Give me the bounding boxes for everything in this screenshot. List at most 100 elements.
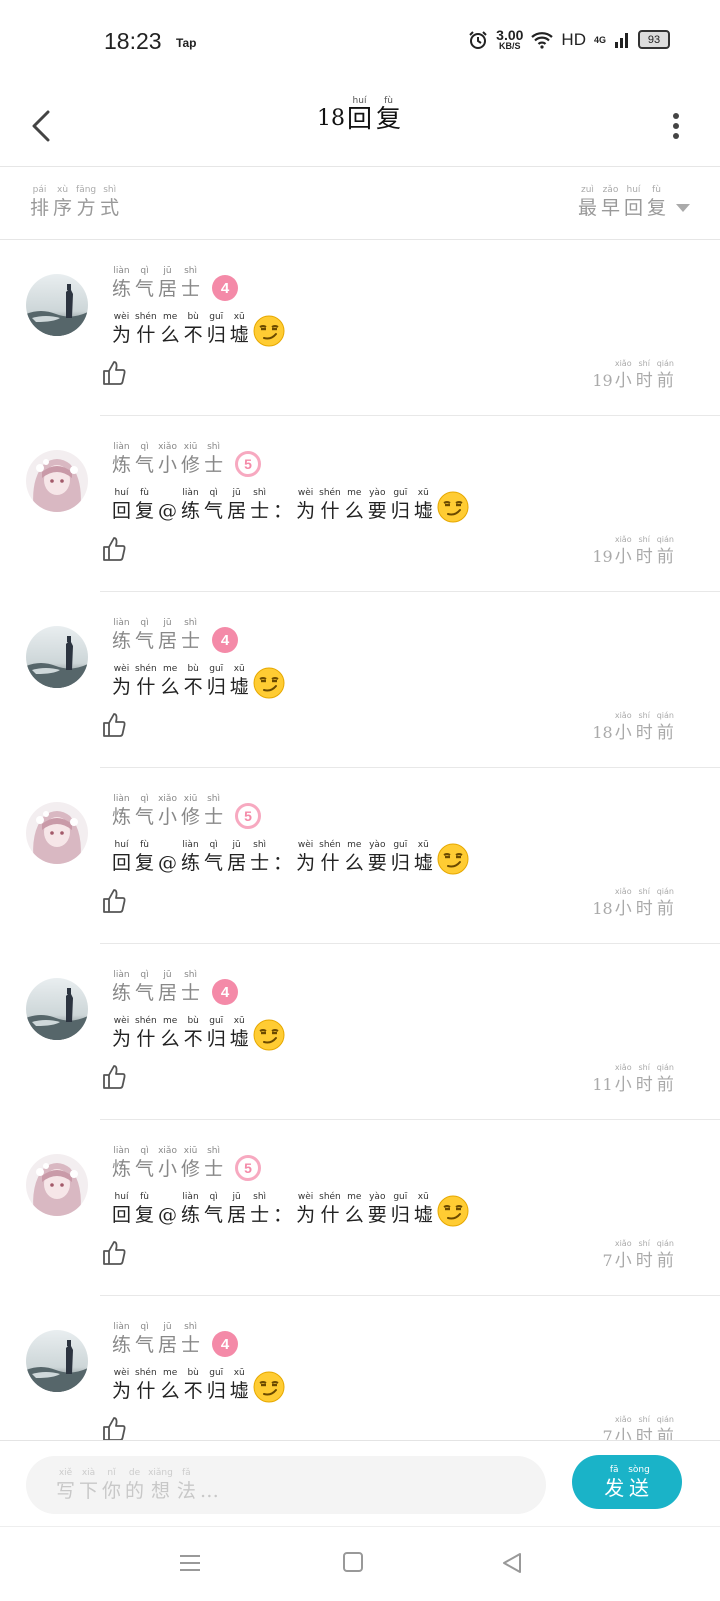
hanzi: 炼: [112, 454, 132, 476]
pinyin: shì: [184, 618, 197, 628]
sort-selector[interactable]: zuì 最 zǎo 早 huí 回 fù 复: [576, 185, 690, 220]
pinyin: shí: [638, 1063, 650, 1072]
back-triangle-icon[interactable]: [500, 1551, 524, 1575]
hanzi: 不: [183, 676, 203, 698]
ruby-char: me 么: [345, 1192, 364, 1227]
reply-input[interactable]: xiě 写 xià 下 nǐ 你 de 的 xiǎng 想 fǎ 法 …: [26, 1456, 546, 1514]
pinyin: fù: [652, 185, 661, 195]
ruby-char: @: [158, 1192, 177, 1227]
pinyin: jū: [163, 970, 172, 980]
pinyin: qián: [656, 1415, 674, 1424]
ruby-char: ：: [273, 488, 292, 523]
pinyin: wèi: [113, 1368, 130, 1378]
username[interactable]: liàn 练 qì 气 jū 居 shì 士 4: [110, 970, 239, 1005]
username[interactable]: liàn 练 qì 气 jū 居 shì 士 4: [110, 266, 239, 301]
ruby-char: jū 居: [227, 1192, 246, 1227]
page-title-text: huí 回 fù 复: [345, 96, 403, 131]
username[interactable]: liàn 练 qì 气 jū 居 shì 士 4: [110, 618, 239, 653]
pinyin: wèi: [113, 664, 130, 674]
avatar[interactable]: [26, 802, 88, 864]
ruby-char: qì 气: [204, 840, 223, 875]
pinyin: wèi: [113, 312, 130, 322]
thumbs-up-icon[interactable]: [102, 888, 126, 914]
ruby-char: qián 前: [657, 1062, 674, 1097]
ruby-char: qì 气: [135, 442, 154, 477]
hanzi: 士: [250, 1204, 270, 1226]
thumbs-up-icon[interactable]: [102, 712, 126, 738]
recents-menu-icon[interactable]: [178, 1551, 202, 1575]
hanzi: 士: [204, 806, 224, 828]
avatar[interactable]: [26, 450, 88, 512]
username[interactable]: liàn 炼 qì 气 xiǎo 小 xiū 修 shì 士 5: [110, 442, 262, 477]
smirk-emoji-icon: [437, 491, 469, 523]
pinyin: xiǎo: [158, 1146, 177, 1156]
hanzi: 士: [181, 982, 201, 1004]
hanzi: 复: [646, 197, 666, 219]
thumbs-up-icon[interactable]: [102, 1416, 126, 1440]
hanzi: 式: [100, 197, 120, 219]
pinyin: xiǎo: [614, 1415, 632, 1424]
ruby-char: qián 前: [657, 886, 674, 921]
pinyin: liàn: [113, 618, 130, 628]
pinyin: shén: [135, 664, 157, 674]
hanzi: 时: [635, 1427, 653, 1440]
ruby-char: shén 什: [319, 840, 341, 875]
hanzi: 修: [181, 806, 201, 828]
ruby-char: xù 序: [53, 185, 72, 220]
ruby-char: fù 复: [135, 488, 154, 523]
ruby-char: fā 发: [604, 1465, 624, 1500]
username[interactable]: liàn 炼 qì 气 xiǎo 小 xiū 修 shì 士 5: [110, 1146, 262, 1181]
pinyin: xū: [417, 1192, 429, 1202]
pinyin: xiǎo: [158, 442, 177, 452]
time-number: 18: [592, 899, 613, 918]
avatar[interactable]: [26, 1154, 88, 1216]
ruby-char: bù 不: [184, 312, 203, 347]
thumbs-up-icon[interactable]: [102, 360, 126, 386]
smirk-emoji-icon: [253, 315, 285, 347]
pinyin: [273, 1192, 292, 1203]
ruby-char: guī 归: [207, 664, 226, 699]
reply-list[interactable]: liàn 练 qì 气 jū 居 shì 士 4 wèi 为 shén 什 me 么 bù 不 guī 归 xū 墟 19…: [0, 240, 720, 1440]
hanzi: 复: [376, 104, 402, 133]
hanzi: 归: [390, 1204, 410, 1226]
avatar[interactable]: [26, 274, 88, 336]
more-vertical-icon[interactable]: [668, 106, 684, 146]
pinyin: bù: [187, 1368, 199, 1378]
username[interactable]: liàn 练 qì 气 jū 居 shì 士 4: [110, 1322, 239, 1357]
thumbs-up-icon[interactable]: [102, 1240, 126, 1266]
ruby-char: xiǎo 小: [615, 1414, 632, 1440]
home-icon[interactable]: [342, 1551, 364, 1573]
ruby-char: liàn 练: [112, 970, 131, 1005]
avatar[interactable]: [26, 1330, 88, 1392]
username[interactable]: liàn 炼 qì 气 xiǎo 小 xiū 修 shì 士 5: [110, 794, 262, 829]
hanzi: 居: [227, 500, 247, 522]
hanzi: 为: [112, 676, 132, 698]
thumbs-up-icon[interactable]: [102, 536, 126, 562]
hanzi: @: [158, 852, 178, 874]
pinyin: huí: [114, 1192, 129, 1202]
smirk-emoji-icon: [253, 667, 285, 699]
send-button[interactable]: fā 发 sòng 送: [572, 1455, 682, 1509]
ruby-char: shì 士: [250, 488, 269, 523]
pinyin: shì: [253, 840, 267, 850]
pinyin: liàn: [182, 1192, 199, 1202]
chevron-down-icon: [676, 204, 690, 212]
ruby-char: shí 时: [636, 1238, 653, 1273]
ruby-char: liàn 炼: [112, 1146, 131, 1181]
hanzi: 居: [158, 982, 178, 1004]
hanzi: 为: [296, 1204, 316, 1226]
ruby-char: qì 气: [135, 1146, 154, 1181]
pinyin: liàn: [182, 840, 199, 850]
level-badge: 4: [212, 627, 239, 653]
avatar[interactable]: [26, 626, 88, 688]
pinyin: shì: [207, 794, 221, 804]
thumbs-up-icon[interactable]: [102, 1064, 126, 1090]
hanzi: 气: [204, 1204, 224, 1226]
avatar[interactable]: [26, 978, 88, 1040]
ruby-char: fù 复: [647, 185, 666, 220]
hanzi: 你: [102, 1479, 122, 1502]
pinyin: fāng: [76, 185, 97, 195]
pinyin: xiū: [183, 1146, 198, 1156]
hanzi: 复: [135, 852, 155, 874]
pinyin: yào: [369, 488, 386, 498]
